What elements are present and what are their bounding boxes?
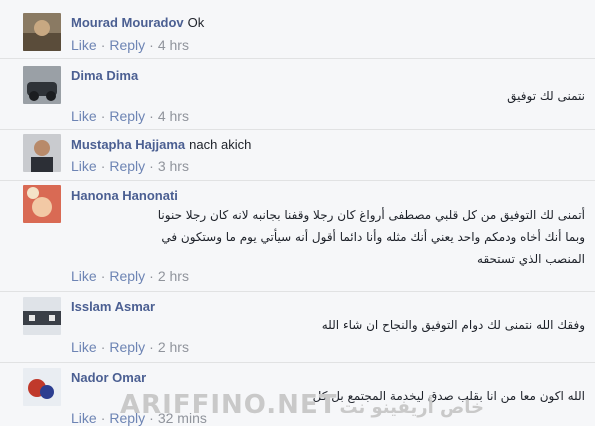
comment-text: وفقك الله نتمنى لك دوام التوفيق والنجاح … [321, 318, 585, 332]
comment-text: nach akich [189, 137, 252, 152]
reply-link[interactable]: Reply [109, 268, 145, 284]
comment-text: أتمنى لك التوفيق من كل قلبي مصطفى أرواغ … [158, 204, 585, 270]
comment-actions: Like · Reply · 2 hrs [71, 339, 189, 355]
reply-link[interactable]: Reply [109, 339, 145, 355]
timestamp[interactable]: 4 hrs [158, 37, 189, 53]
comment-actions: Like · Reply · 4 hrs [71, 108, 189, 124]
comment-item: Mustapha Hajjama nach akich Like · Reply · 3 … [0, 129, 595, 180]
comment-author[interactable]: Mourad Mouradov Ok [71, 15, 204, 30]
avatar[interactable] [23, 13, 61, 51]
watermark: ARIFFINO.NET خاص أريفينو نت [120, 390, 484, 420]
comment-item: Mourad Mouradov Ok Like · Reply · 4 hrs [0, 0, 595, 57]
author-name[interactable]: Dima Dima [71, 68, 138, 83]
reply-link[interactable]: Reply [109, 158, 145, 174]
like-link[interactable]: Like [71, 158, 97, 174]
reply-link[interactable]: Reply [109, 37, 145, 53]
comment-item: Isslam Asmar وفقك الله نتمنى لك دوام الت… [0, 291, 595, 362]
comment-text: نتمنى لك توفيق [507, 89, 585, 103]
comment-text-line: المنصب الذي تستحقه [477, 252, 585, 266]
comment-actions: Like · Reply · 4 hrs [71, 37, 189, 53]
author-name[interactable]: Mourad Mouradov [71, 15, 184, 30]
avatar[interactable] [23, 66, 61, 104]
comment-item: Dima Dima نتمنى لك توفيق Like · Reply · 4 hr… [0, 58, 595, 129]
like-link[interactable]: Like [71, 37, 97, 53]
author-name[interactable]: Nador Omar [71, 370, 146, 385]
reply-link[interactable]: Reply [109, 108, 145, 124]
watermark-latin: ARIFFINO.NET [120, 390, 338, 420]
comment-text-line: أتمنى لك التوفيق من كل قلبي مصطفى أرواغ … [157, 208, 585, 222]
comment-actions: Like · Reply · 2 hrs [71, 268, 189, 284]
author-name[interactable]: Hanona Hanonati [71, 188, 178, 203]
avatar[interactable] [23, 134, 61, 172]
watermark-arabic: خاص أريفينو نت [339, 397, 484, 418]
timestamp[interactable]: 3 hrs [158, 158, 189, 174]
author-name[interactable]: Isslam Asmar [71, 299, 155, 314]
comment-text: Ok [187, 15, 205, 30]
like-link[interactable]: Like [71, 339, 97, 355]
comment-actions: Like · Reply · 3 hrs [71, 158, 189, 174]
like-link[interactable]: Like [71, 410, 97, 426]
author-name[interactable]: Mustapha Hajjama [71, 137, 185, 152]
timestamp[interactable]: 4 hrs [158, 108, 189, 124]
timestamp[interactable]: 2 hrs [158, 339, 189, 355]
avatar[interactable] [23, 368, 61, 406]
avatar[interactable] [23, 185, 61, 223]
timestamp[interactable]: 2 hrs [158, 268, 189, 284]
comment-author[interactable]: Mustapha Hajjama nach akich [71, 137, 251, 152]
like-link[interactable]: Like [71, 268, 97, 284]
like-link[interactable]: Like [71, 108, 97, 124]
avatar[interactable] [23, 297, 61, 335]
comment-text-line: وبما أنك أخاه ودمكم واحد يعني أنك مثله و… [161, 230, 585, 244]
comment-item: Hanona Hanonati أتمنى لك التوفيق من كل ق… [0, 180, 595, 291]
